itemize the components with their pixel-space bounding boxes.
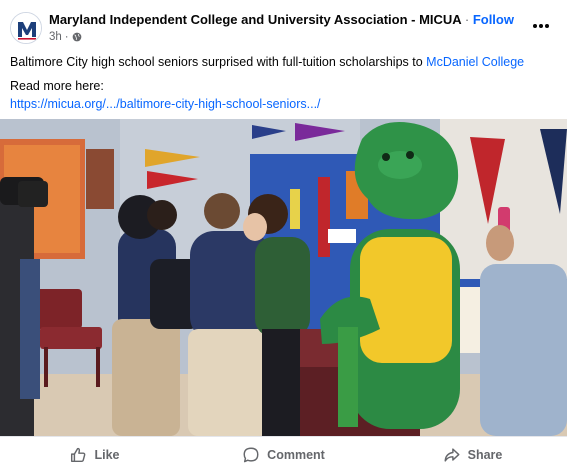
share-label: Share xyxy=(467,447,503,462)
like-button[interactable]: Like xyxy=(0,437,189,472)
post-photo[interactable] xyxy=(0,119,567,436)
share-arrow-icon xyxy=(444,447,460,462)
separator-dot: · xyxy=(464,12,470,27)
mcdaniel-college-link[interactable]: McDaniel College xyxy=(426,55,524,69)
feed-post: Maryland Independent College and Univers… xyxy=(0,0,567,472)
post-caption: Baltimore City high school seniors surpr… xyxy=(10,53,557,71)
more-dot xyxy=(533,24,537,28)
more-dot xyxy=(539,24,543,28)
meta-dot: · xyxy=(64,31,69,43)
globe-icon xyxy=(72,32,81,42)
post-action-bar: Like Comment Share xyxy=(0,436,567,472)
post-meta: 3h · xyxy=(49,31,82,43)
post-header: Maryland Independent College and Univers… xyxy=(10,10,557,50)
thumbs-up-icon xyxy=(71,447,86,462)
post-body: Baltimore City high school seniors surpr… xyxy=(10,53,557,113)
comment-bubble-icon xyxy=(243,447,259,462)
author-line: Maryland Independent College and Univers… xyxy=(49,12,514,27)
comment-button[interactable]: Comment xyxy=(189,437,378,472)
micua-logo-icon xyxy=(11,13,41,43)
post-timestamp[interactable]: 3h xyxy=(49,31,62,43)
more-dot xyxy=(545,24,549,28)
article-url-link[interactable]: https://micua.org/.../baltimore-city-hig… xyxy=(10,95,557,113)
follow-button[interactable]: Follow xyxy=(473,12,514,27)
like-label: Like xyxy=(94,447,120,462)
page-avatar[interactable] xyxy=(10,12,42,44)
read-more-label: Read more here: xyxy=(10,79,104,93)
post-image xyxy=(0,119,567,436)
caption-text: Baltimore City high school seniors surpr… xyxy=(10,55,427,69)
more-options-button[interactable] xyxy=(529,16,553,36)
comment-label: Comment xyxy=(267,447,325,462)
author-name[interactable]: Maryland Independent College and Univers… xyxy=(49,12,461,27)
share-button[interactable]: Share xyxy=(378,437,567,472)
